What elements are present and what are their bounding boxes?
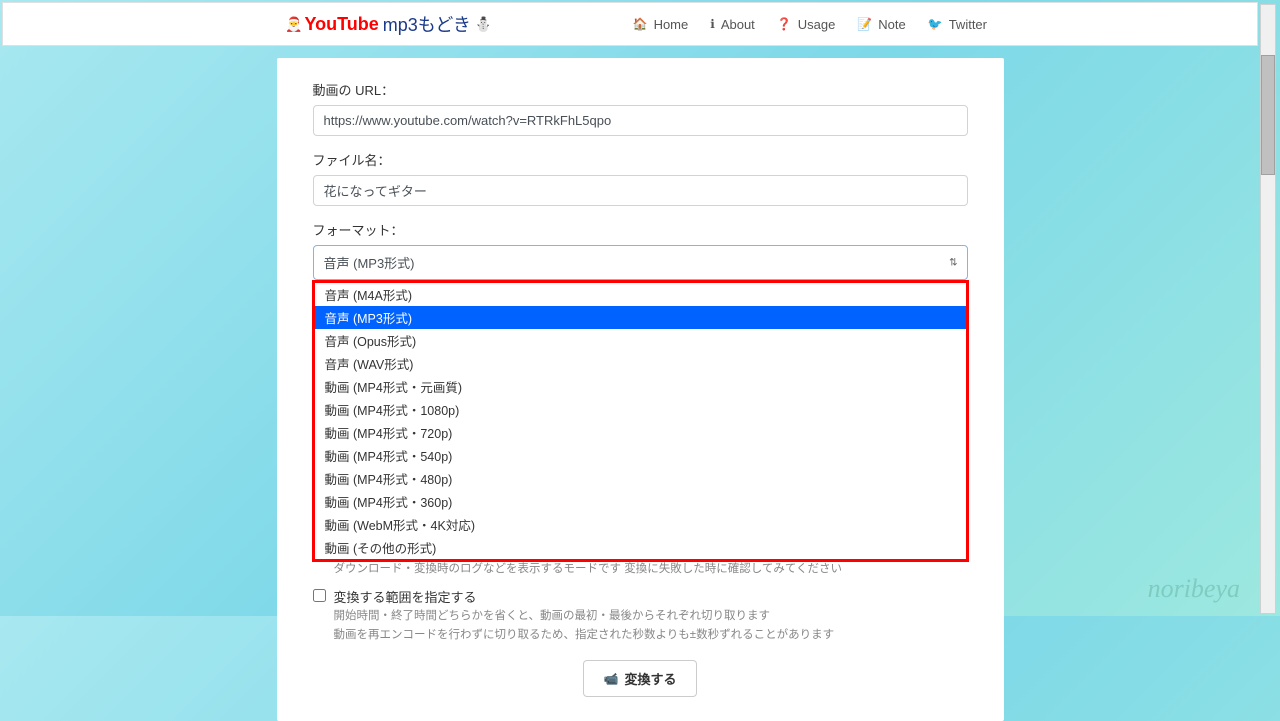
- logo[interactable]: 🎅 YouTube mp3もどき ⛄: [285, 11, 492, 37]
- filename-label: ファイル名：: [313, 150, 968, 169]
- watermark: noribeya: [1148, 574, 1240, 604]
- format-dropdown: 音声 (M4A形式) 音声 (MP3形式) 音声 (Opus形式) 音声 (WA…: [312, 280, 969, 562]
- note-icon: 📝: [857, 17, 872, 31]
- nav-about-label: About: [721, 17, 755, 32]
- logo-mp3: mp3もどき: [383, 11, 471, 37]
- nav-usage-label: Usage: [798, 17, 836, 32]
- filename-input[interactable]: [313, 175, 968, 206]
- checkbox-range-group: 変換する範囲を指定する 開始時間・終了時間どちらかを省くと、動画の最初・最後から…: [313, 587, 968, 645]
- format-option-mp4-540[interactable]: 動画 (MP4形式・540p): [315, 444, 966, 467]
- format-option-mp3[interactable]: 音声 (MP3形式): [315, 306, 966, 329]
- format-option-webm-4k[interactable]: 動画 (WebM形式・4K対応): [315, 513, 966, 536]
- checkbox-range-label: 変換する範囲を指定する: [334, 587, 968, 606]
- checkbox-range-desc1: 開始時間・終了時間どちらかを省くと、動画の最初・最後からそれぞれ切り取ります: [334, 608, 968, 625]
- format-option-mp4-720[interactable]: 動画 (MP4形式・720p): [315, 421, 966, 444]
- checkbox-range-desc2: 動画を再エンコードを行わずに切り取るため、指定された秒数よりも±数秒ずれることが…: [334, 627, 968, 644]
- format-option-opus[interactable]: 音声 (Opus形式): [315, 329, 966, 352]
- nav-home-label: Home: [654, 17, 689, 32]
- format-group: フォーマット： 音声 (MP3形式) ⇅ 音声 (M4A形式) 音声 (MP3形…: [313, 220, 968, 280]
- home-icon: 🏠: [633, 17, 648, 31]
- nav-about[interactable]: ℹ About: [710, 17, 755, 32]
- nav-note-label: Note: [878, 17, 905, 32]
- nav-menu: 🏠 Home ℹ About ❓ Usage 📝 Note 🐦 Twitter: [633, 17, 987, 32]
- camera-icon: 📹: [604, 672, 619, 686]
- format-option-mp4-1080[interactable]: 動画 (MP4形式・1080p): [315, 398, 966, 421]
- question-icon: ❓: [777, 17, 792, 31]
- filename-group: ファイル名：: [313, 150, 968, 206]
- header-bar: 🎅 YouTube mp3もどき ⛄ 🏠 Home ℹ About ❓ Usag…: [2, 2, 1258, 46]
- format-option-mp4-480[interactable]: 動画 (MP4形式・480p): [315, 467, 966, 490]
- checkbox-detail-desc: ダウンロード・変換時のログなどを表示するモードです 変換に失敗した時に確認してみ…: [334, 561, 968, 578]
- nav-note[interactable]: 📝 Note: [857, 17, 905, 32]
- nav-usage[interactable]: ❓ Usage: [777, 17, 836, 32]
- format-label: フォーマット：: [313, 220, 968, 239]
- nav-home[interactable]: 🏠 Home: [633, 17, 689, 32]
- content-card: 動画の URL： ファイル名： フォーマット： 音声 (MP3形式) ⇅ 音声 …: [277, 58, 1004, 721]
- format-select[interactable]: 音声 (MP3形式): [313, 245, 968, 280]
- twitter-icon: 🐦: [928, 17, 943, 31]
- format-option-wav[interactable]: 音声 (WAV形式): [315, 352, 966, 375]
- scrollbar-track[interactable]: [1260, 4, 1276, 614]
- url-input[interactable]: [313, 105, 968, 136]
- format-option-mp4-orig[interactable]: 動画 (MP4形式・元画質): [315, 375, 966, 398]
- convert-button-label: 変換する: [624, 669, 676, 688]
- format-select-wrapper: 音声 (MP3形式) ⇅ 音声 (M4A形式) 音声 (MP3形式) 音声 (O…: [313, 245, 968, 280]
- logo-youtube: YouTube: [304, 14, 378, 35]
- url-label: 動画の URL：: [313, 80, 968, 99]
- nav-twitter-label: Twitter: [949, 17, 987, 32]
- convert-button[interactable]: 📹 変換する: [583, 660, 698, 697]
- nav-twitter[interactable]: 🐦 Twitter: [928, 17, 987, 32]
- format-option-m4a[interactable]: 音声 (M4A形式): [315, 283, 966, 306]
- santa-hat-icon: 🎅: [285, 16, 302, 33]
- checkbox-range[interactable]: [313, 589, 326, 602]
- format-option-other[interactable]: 動画 (その他の形式): [315, 536, 966, 559]
- format-option-mp4-360[interactable]: 動画 (MP4形式・360p): [315, 490, 966, 513]
- snowman-icon: ⛄: [475, 16, 492, 33]
- info-icon: ℹ: [710, 17, 715, 31]
- url-group: 動画の URL：: [313, 80, 968, 136]
- scrollbar-thumb[interactable]: [1261, 55, 1275, 175]
